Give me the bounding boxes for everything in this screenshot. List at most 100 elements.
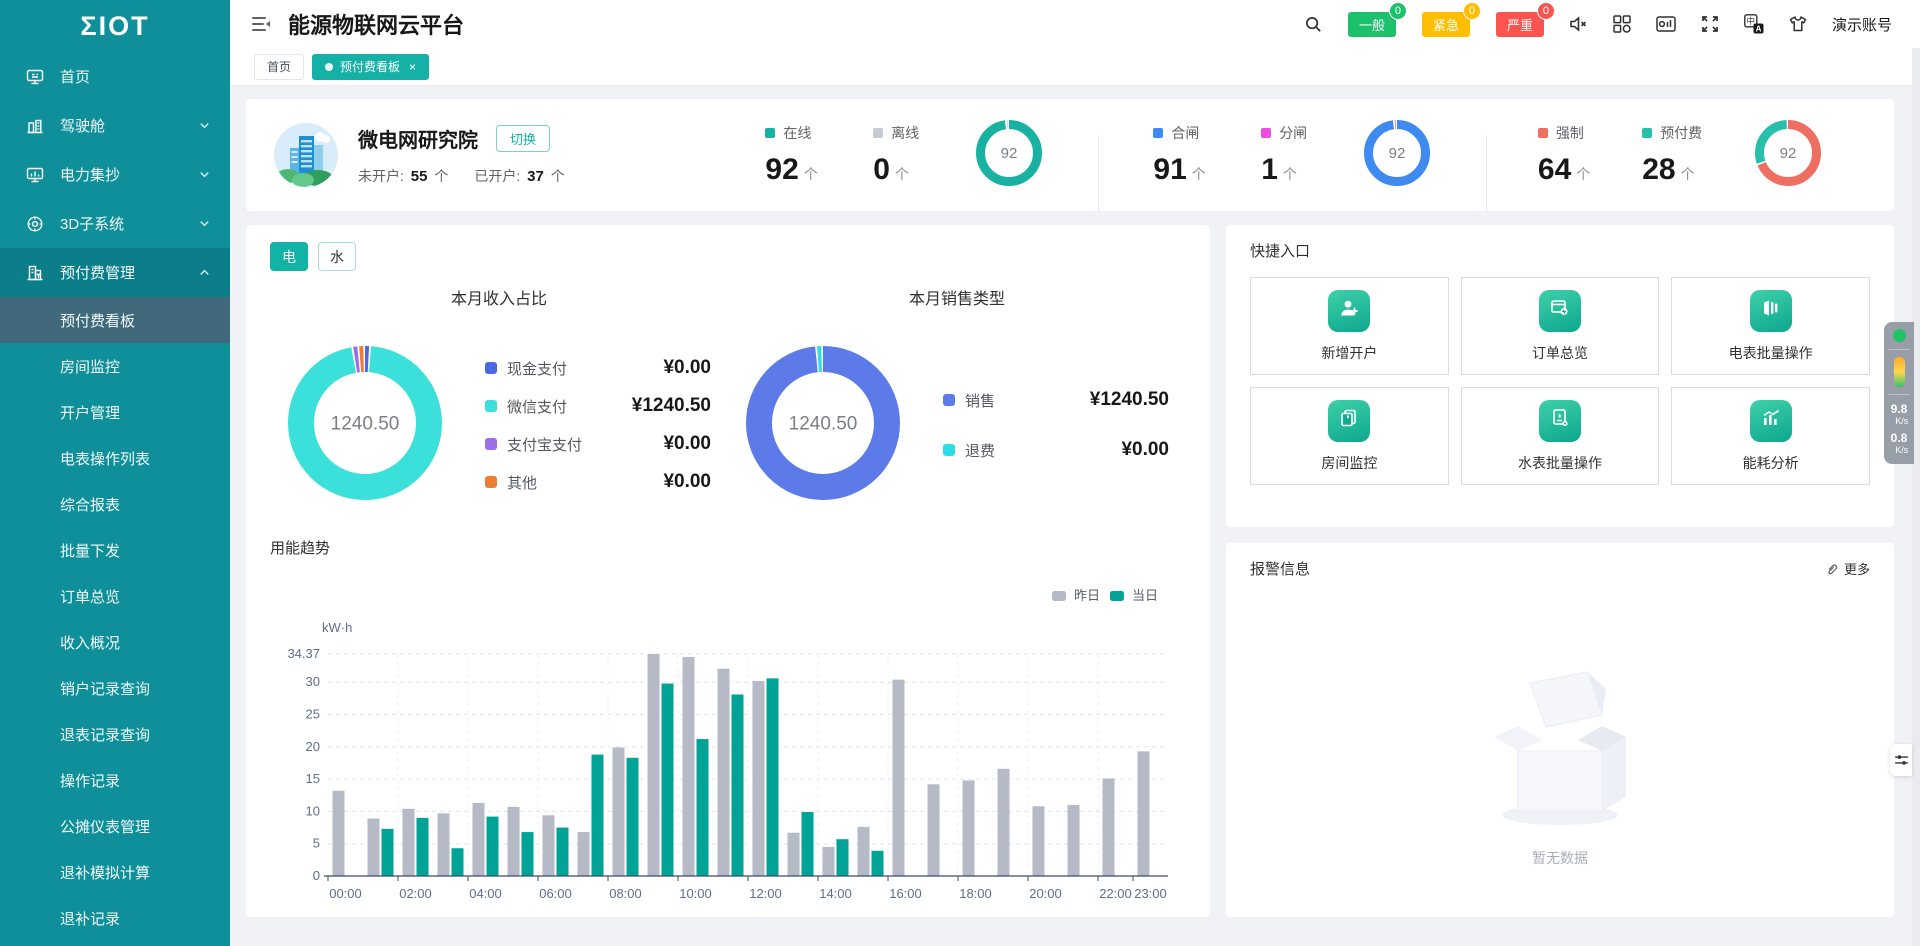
sidebar-subitem[interactable]: 电表操作列表: [0, 435, 230, 481]
search-icon[interactable]: [1304, 14, 1324, 34]
sidebar-subitem[interactable]: 订单总览: [0, 573, 230, 619]
badge-count: 0: [1389, 2, 1407, 20]
quick-tile: [1328, 290, 1370, 332]
alarm-badge[interactable]: 一般0: [1348, 12, 1396, 37]
svg-text:20: 20: [306, 739, 320, 754]
theme-shirt-icon[interactable]: [1788, 14, 1808, 34]
svg-text:当日: 当日: [1132, 588, 1158, 603]
content-area: 微电网研究院 切换 未开户: 55 个已开户: 37 个 在线92个离线0个92…: [230, 86, 1920, 946]
quick-entry-能耗分析[interactable]: 能耗分析: [1671, 387, 1870, 485]
sidebar-subitem[interactable]: 操作记录: [0, 757, 230, 803]
legend-row: 销售¥1240.50: [943, 375, 1169, 425]
org-count: 已开户: 37 个: [474, 166, 564, 186]
sidebar-subitem[interactable]: 公摊仪表管理: [0, 803, 230, 849]
upload-speed: 9.8: [1891, 402, 1908, 416]
download-arrow-icon: ↓: [1890, 445, 1895, 456]
bar-chart-canvas: 当日昨日kW·h05101520253034.3700:0002:0004:00…: [270, 558, 1182, 910]
water-meter-batch-icon: [1549, 407, 1571, 434]
sidebar-subitem[interactable]: 综合报表: [0, 481, 230, 527]
legend-bullet-icon: [943, 394, 955, 406]
switch-org-button[interactable]: 切换: [496, 125, 550, 152]
stat-label: 合闸: [1171, 123, 1199, 143]
sidebar-item-1[interactable]: 驾驶舱: [0, 101, 230, 150]
language-icon[interactable]: 中A: [1744, 14, 1764, 34]
stat-label-row: 预付费: [1642, 123, 1702, 143]
sidebar-item-0[interactable]: 首页: [0, 52, 230, 101]
legend-value: ¥0.00: [663, 357, 711, 379]
legend-name: 销售: [965, 390, 995, 411]
quick-entry-grid: 新增开户订单总览电表批量操作房间监控水表批量操作 能耗分析: [1250, 277, 1870, 485]
svg-text:A: A: [1756, 24, 1762, 33]
bar-yesterday: [928, 784, 940, 876]
alarm-badge[interactable]: 严重0: [1496, 12, 1544, 37]
mute-icon[interactable]: [1568, 14, 1588, 34]
breadcrumb-tabs: 首页预付费看板×: [230, 48, 1920, 86]
bar-today: [487, 817, 499, 876]
dashboard-monitor-icon[interactable]: [1656, 14, 1676, 34]
quick-entry-新增开户[interactable]: 新增开户: [1250, 277, 1449, 375]
sidebar-item-4[interactable]: 预付费管理: [0, 248, 230, 297]
sidebar-subitem[interactable]: 开户管理: [0, 389, 230, 435]
sidebar-subitem[interactable]: 批量下发: [0, 527, 230, 573]
bar-yesterday: [998, 769, 1010, 876]
sidebar-subitem[interactable]: 退补记录: [0, 895, 230, 941]
legend-value: ¥1240.50: [632, 395, 711, 417]
sidebar-subitem[interactable]: 收入概况: [0, 619, 230, 665]
account-name[interactable]: 演示账号: [1832, 14, 1892, 35]
org-count: 未开户: 55 个: [358, 166, 448, 186]
stat-label-row: 分闸: [1261, 123, 1307, 143]
pie-donut: 1240.50: [745, 345, 901, 506]
page-scrollbar[interactable]: [1912, 48, 1920, 946]
side-settings-handle[interactable]: [1890, 744, 1912, 776]
alarm-badge[interactable]: 紧急0: [1422, 12, 1470, 37]
bar-yesterday: [613, 747, 625, 876]
sidebar-subitem[interactable]: 房间监控: [0, 343, 230, 389]
bar-yesterday: [683, 657, 695, 876]
stat-label-row: 合闸: [1153, 123, 1205, 143]
legend-bullet-icon: [1538, 128, 1548, 138]
bar-yesterday: [753, 681, 765, 876]
quick-entry-水表批量操作[interactable]: 水表批量操作: [1461, 387, 1660, 485]
sidebar-subitem[interactable]: 销户记录查询: [0, 665, 230, 711]
alarm-more-link[interactable]: 更多: [1825, 559, 1870, 578]
sidebar-item-2[interactable]: 电力集抄: [0, 150, 230, 199]
energy-tab-水[interactable]: 水: [318, 242, 356, 271]
network-speed-widget[interactable]: 9.8 ↑K/s 0.8 ↓K/s: [1884, 322, 1914, 464]
breadcrumb-tab[interactable]: 预付费看板×: [312, 54, 429, 80]
bar-today: [592, 755, 604, 876]
close-tab-icon[interactable]: ×: [409, 60, 416, 74]
sidebar-item-3[interactable]: 3D子系统: [0, 199, 230, 248]
quick-entry-订单总览[interactable]: 订单总览: [1461, 277, 1660, 375]
bar-yesterday: [858, 827, 870, 876]
pie-charts: 本月收入占比1240.50现金支付¥0.00微信支付¥1240.50支付宝支付¥…: [270, 285, 1186, 515]
sidebar-subitem[interactable]: 退表记录查询: [0, 711, 230, 757]
fullscreen-icon[interactable]: [1700, 14, 1720, 34]
quick-entry-label: 水表批量操作: [1518, 453, 1602, 473]
legend-bullet-icon: [1153, 128, 1163, 138]
stat-unit: 个: [1681, 166, 1695, 182]
sidebar-subitem[interactable]: 预付费看板: [0, 297, 230, 343]
energy-analysis-icon: [1760, 407, 1782, 434]
legend-row: 微信支付¥1240.50: [485, 387, 711, 425]
bar-today: [732, 694, 744, 876]
legend-name: 退费: [965, 440, 995, 461]
breadcrumb-tab[interactable]: 首页: [254, 54, 304, 80]
empty-box-illustration: [1460, 663, 1660, 833]
energy-tab-电[interactable]: 电: [270, 242, 308, 271]
svg-text:10: 10: [306, 803, 320, 818]
donut-center-label: 92: [1388, 145, 1405, 162]
sidebar-subitem[interactable]: 退补模拟计算: [0, 849, 230, 895]
pie-donut: 1240.50: [287, 345, 443, 506]
overview-group: 合闸91个分闸1个92: [1098, 119, 1486, 192]
stat-donut: 92: [1363, 119, 1431, 192]
collapse-menu-icon[interactable]: [250, 13, 272, 35]
quick-entry-房间监控[interactable]: 房间监控: [1250, 387, 1449, 485]
apps-grid-icon[interactable]: [1612, 14, 1632, 34]
energy-trend-section: 用能趋势 当日昨日kW·h05101520253034.3700:0002:00…: [270, 537, 1186, 915]
chevron-down-icon: [198, 217, 212, 231]
org-name: 微电网研究院: [358, 124, 478, 153]
stat-value: 28个: [1642, 153, 1702, 187]
quick-entry-电表批量操作[interactable]: 电表批量操作: [1671, 277, 1870, 375]
legend-value: ¥0.00: [1121, 439, 1169, 461]
download-speed: 0.8: [1891, 431, 1908, 445]
